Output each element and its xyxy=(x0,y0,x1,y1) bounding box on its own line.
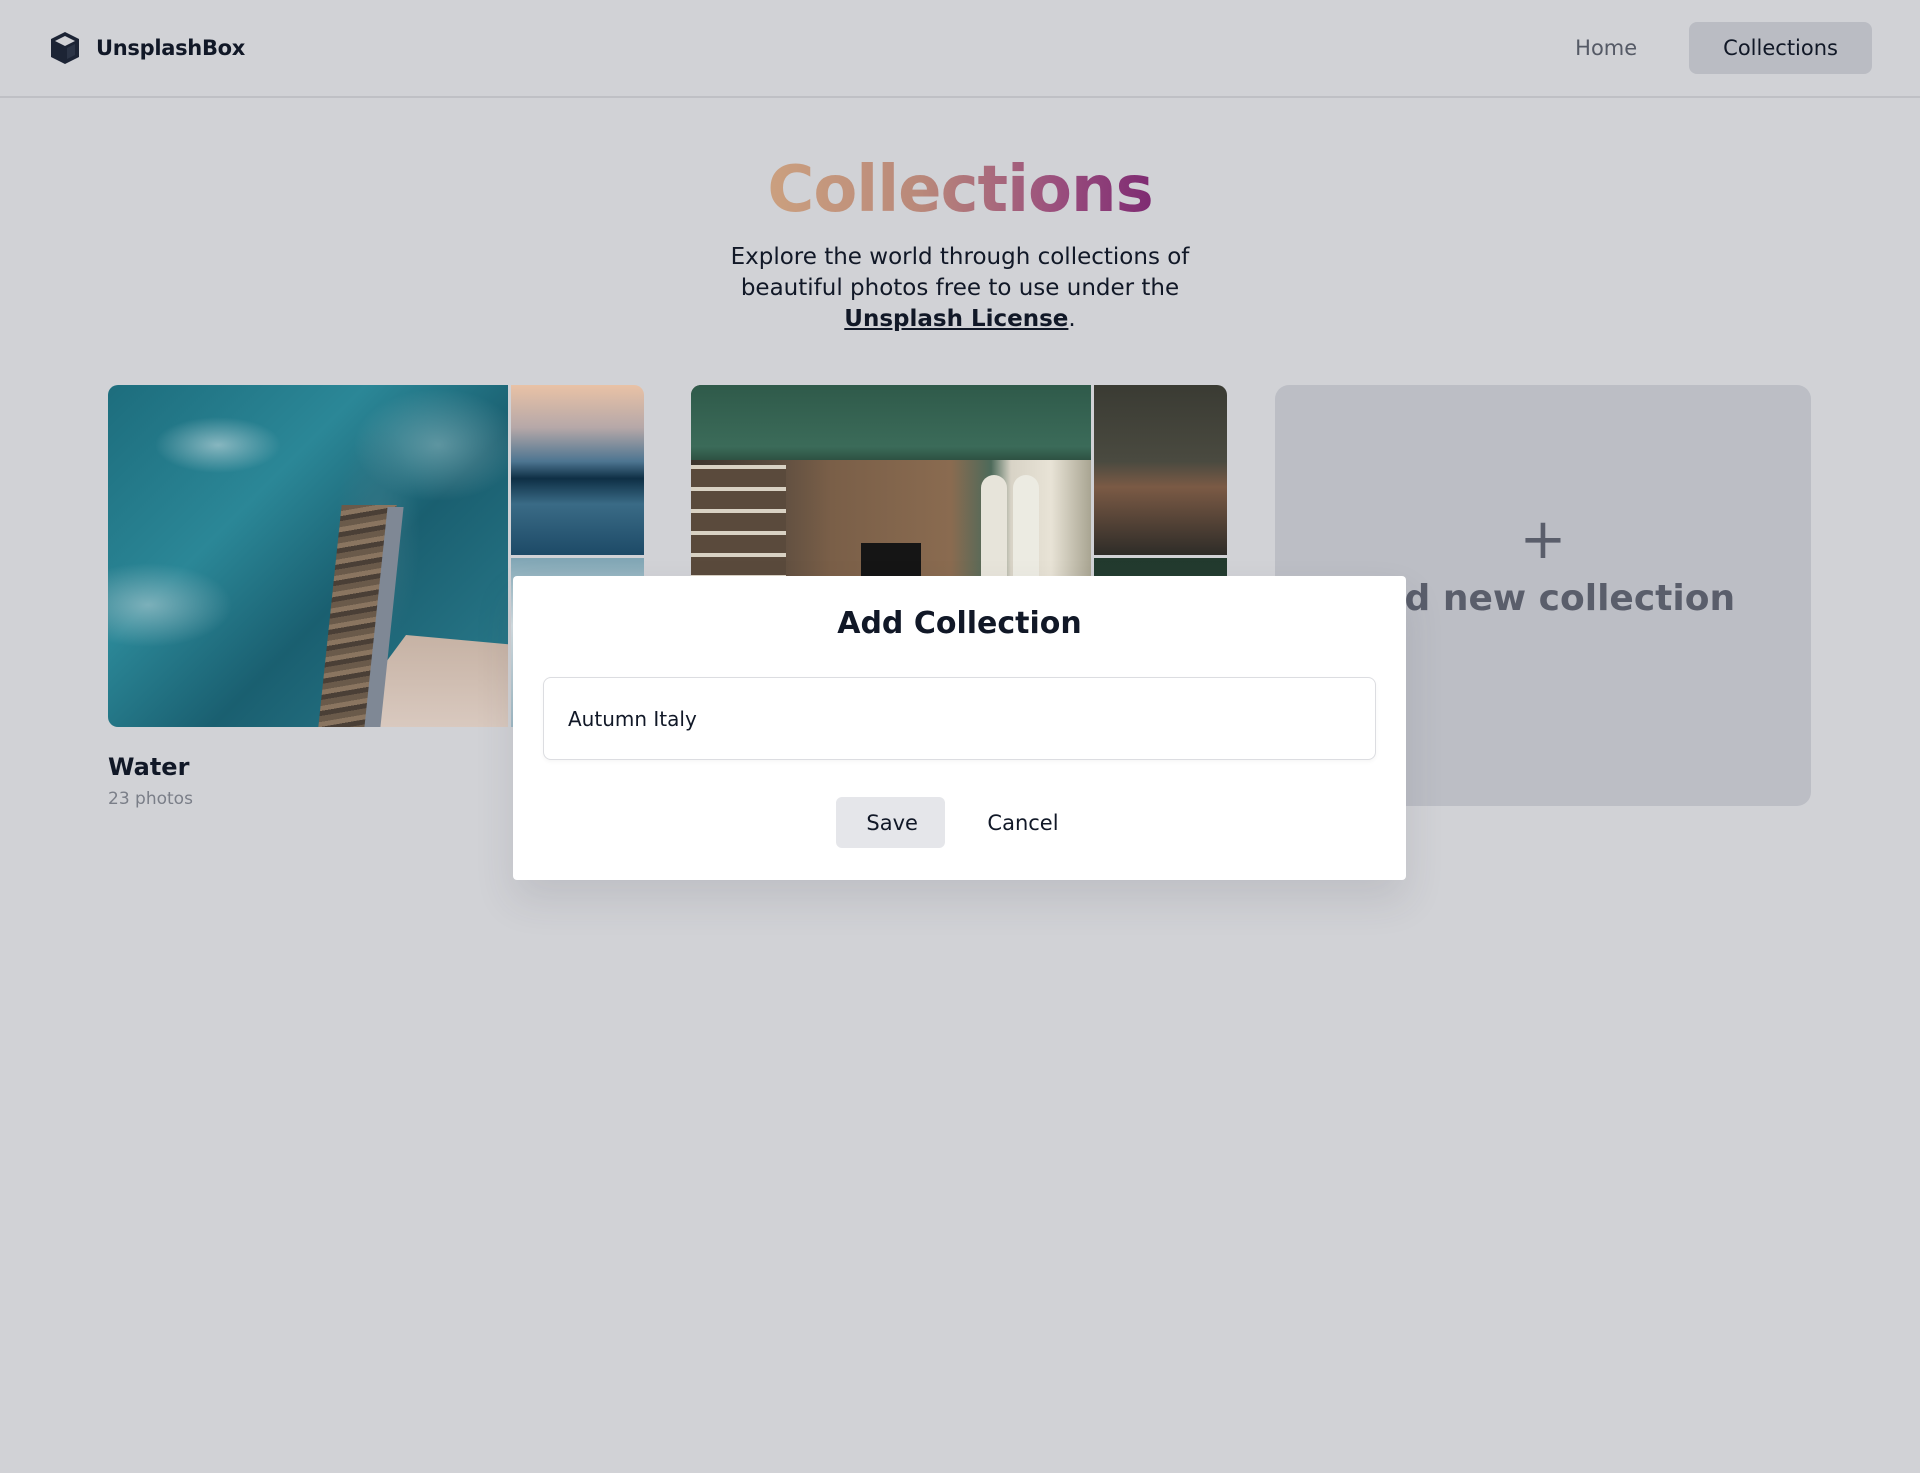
nav-home[interactable]: Home xyxy=(1541,22,1671,74)
collection-photo-thumb xyxy=(1094,385,1227,555)
page-title: Collections xyxy=(767,150,1153,230)
save-button[interactable]: Save xyxy=(836,797,946,848)
main-nav: Home Collections xyxy=(1541,22,1872,74)
subtitle-text: Explore the world through collections of… xyxy=(730,244,1190,301)
cancel-button[interactable]: Cancel xyxy=(963,797,1082,848)
collection-photo-main xyxy=(108,385,508,727)
brand-name: UnsplashBox xyxy=(96,36,246,60)
hero-section: Collections Explore the world through co… xyxy=(0,150,1920,335)
subtitle-period: . xyxy=(1068,306,1076,332)
brand[interactable]: UnsplashBox xyxy=(48,30,245,66)
nav-collections[interactable]: Collections xyxy=(1689,22,1872,74)
top-navbar: UnsplashBox Home Collections xyxy=(0,0,1920,98)
add-collection-label: Add new collection xyxy=(1350,578,1736,619)
modal-title: Add Collection xyxy=(837,606,1082,641)
add-collection-modal: Add Collection Save Cancel xyxy=(513,576,1406,880)
cube-icon xyxy=(51,32,79,64)
tv-shape xyxy=(861,543,921,577)
unsplash-license-link[interactable]: Unsplash License xyxy=(844,306,1068,332)
modal-actions: Save Cancel xyxy=(513,797,1406,848)
page-subtitle: Explore the world through collections of… xyxy=(680,242,1240,335)
collection-photo-thumb xyxy=(511,385,644,555)
collection-name-input[interactable] xyxy=(543,677,1376,760)
plus-icon: + xyxy=(1519,507,1567,572)
